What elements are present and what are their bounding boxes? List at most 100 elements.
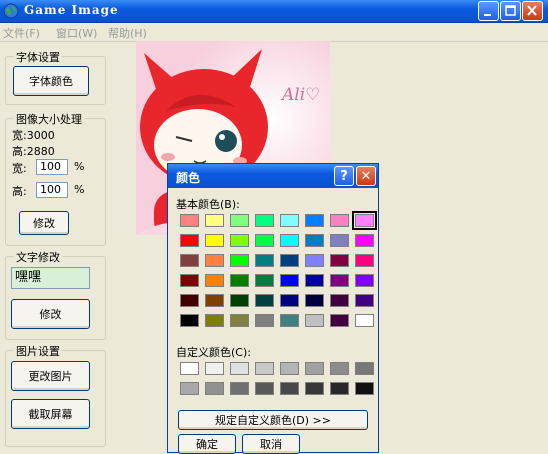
basic-color-swatch[interactable] [330,294,349,307]
basic-color-swatch[interactable] [180,254,199,267]
custom-color-swatch[interactable] [205,382,224,395]
text-edit-label: 文字修改 [14,249,62,265]
basic-color-swatch[interactable] [330,314,349,327]
dialog-close-button[interactable]: ✕ [356,166,376,186]
custom-color-swatch[interactable] [330,362,349,375]
dialog-title: 颜色 [176,171,201,185]
custom-color-swatch[interactable] [230,382,249,395]
basic-color-swatch[interactable] [180,294,199,307]
basic-color-swatch[interactable] [230,294,249,307]
custom-color-swatch[interactable] [280,382,299,395]
define-custom-colors-button[interactable]: 规定自定义颜色(D) >> [178,410,368,430]
height-percent-input[interactable]: 100 [36,182,68,198]
custom-color-swatch[interactable] [305,362,324,375]
minimize-button[interactable] [478,1,499,21]
basic-color-swatch[interactable] [255,254,274,267]
basic-color-swatch[interactable] [255,214,274,227]
basic-color-swatch[interactable] [355,254,374,267]
basic-color-swatch[interactable] [355,314,374,327]
image-resize-label: 图像大小处理 [14,111,84,127]
basic-color-swatch[interactable] [205,254,224,267]
basic-color-swatch[interactable] [180,274,199,287]
basic-color-swatch[interactable] [230,254,249,267]
window-title: Game Image [24,3,119,17]
capture-screen-button[interactable]: 截取屏幕 [11,399,90,429]
basic-color-swatch[interactable] [180,314,199,327]
basic-color-swatch[interactable] [305,294,324,307]
image-height-text: 高:2880 [12,145,55,158]
basic-color-swatch[interactable] [330,254,349,267]
font-settings-label: 字体设置 [14,49,62,65]
custom-color-swatch[interactable] [180,362,199,375]
basic-color-swatch[interactable] [255,294,274,307]
title-bar: Game Image [0,0,548,23]
text-input[interactable]: 嘿嘿 [11,267,90,289]
basic-color-swatch[interactable] [352,211,377,230]
menu-help[interactable]: 帮助(H) [108,25,147,41]
basic-color-swatch[interactable] [305,314,324,327]
font-color-button[interactable]: 字体颜色 [13,66,89,96]
basic-color-swatch[interactable] [205,294,224,307]
cancel-button[interactable]: 取消 [242,434,300,454]
close-icon: ✕ [360,168,372,184]
resize-modify-button[interactable]: 修改 [19,211,69,235]
basic-color-swatch[interactable] [280,214,299,227]
ok-button[interactable]: 确定 [178,434,236,454]
basic-color-swatch[interactable] [230,234,249,247]
basic-color-swatch[interactable] [230,214,249,227]
close-button[interactable] [522,1,543,21]
text-modify-button[interactable]: 修改 [11,299,90,329]
basic-color-swatch[interactable] [180,234,199,247]
basic-color-swatch[interactable] [330,234,349,247]
basic-color-swatch[interactable] [230,314,249,327]
help-icon: ? [340,168,348,184]
basic-color-swatch[interactable] [280,314,299,327]
basic-color-swatch[interactable] [255,234,274,247]
basic-color-swatch[interactable] [330,214,349,227]
basic-color-swatch[interactable] [280,274,299,287]
basic-color-swatch[interactable] [330,274,349,287]
custom-color-swatch[interactable] [355,382,374,395]
width-percent-label: 宽: [12,162,27,175]
custom-color-swatch[interactable] [180,382,199,395]
menu-bar: 文件(F) 窗口(W) 帮助(H) [0,23,548,42]
basic-color-swatch[interactable] [305,234,324,247]
custom-color-swatch[interactable] [330,382,349,395]
custom-color-swatch[interactable] [305,382,324,395]
basic-color-swatch[interactable] [355,294,374,307]
menu-file[interactable]: 文件(F) [3,25,40,41]
change-picture-button[interactable]: 更改图片 [11,361,90,391]
basic-color-swatch[interactable] [205,274,224,287]
basic-color-swatch[interactable] [305,214,324,227]
basic-color-swatch[interactable] [305,254,324,267]
basic-color-swatch[interactable] [230,274,249,287]
basic-color-swatch[interactable] [305,274,324,287]
minimize-icon [484,14,491,16]
basic-color-swatch[interactable] [180,214,199,227]
basic-color-swatch[interactable] [205,234,224,247]
picture-caption: Ali♡ [282,85,321,105]
dialog-help-button[interactable]: ? [334,166,354,186]
picture-settings-group: 图片设置 更改图片 截取屏幕 [5,343,106,447]
app-globe-icon [3,3,19,19]
image-width-text: 宽:3000 [12,129,55,142]
menu-window[interactable]: 窗口(W) [56,25,97,41]
basic-color-swatch[interactable] [205,214,224,227]
basic-color-swatch[interactable] [255,274,274,287]
basic-color-swatch[interactable] [205,314,224,327]
basic-color-swatch[interactable] [355,234,374,247]
maximize-button[interactable] [500,1,521,21]
custom-color-swatch[interactable] [355,362,374,375]
basic-color-swatch[interactable] [355,274,374,287]
custom-color-swatch[interactable] [205,362,224,375]
basic-color-swatch[interactable] [280,254,299,267]
custom-color-swatch[interactable] [280,362,299,375]
basic-color-swatch[interactable] [280,294,299,307]
custom-color-swatch[interactable] [255,362,274,375]
custom-color-swatch[interactable] [230,362,249,375]
custom-color-swatch[interactable] [255,382,274,395]
width-percent-sign: % [74,160,85,173]
basic-color-swatch[interactable] [280,234,299,247]
basic-color-swatch[interactable] [255,314,274,327]
width-percent-input[interactable]: 100 [36,159,68,175]
